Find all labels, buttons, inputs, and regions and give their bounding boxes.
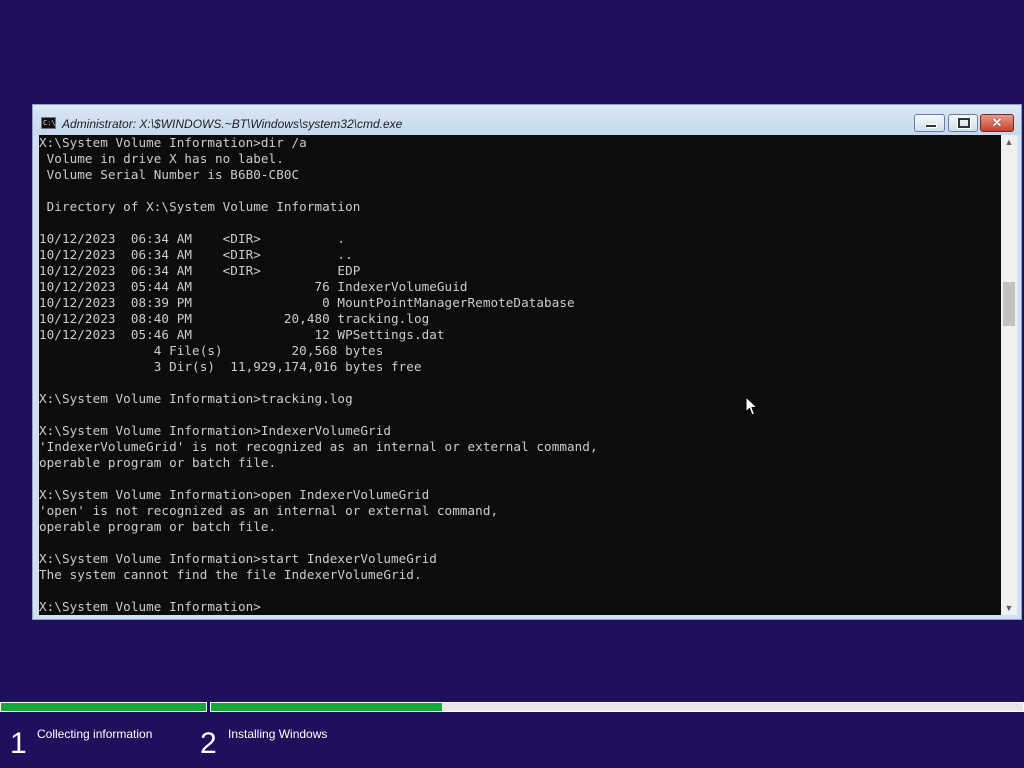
scroll-thumb[interactable] bbox=[1003, 282, 1015, 326]
console-line: Volume in drive X has no label. bbox=[39, 151, 284, 166]
console-line: 10/12/2023 08:40 PM 20,480 tracking.log bbox=[39, 311, 430, 326]
step-label: Installing Windows bbox=[228, 727, 328, 741]
console-line: The system cannot find the file IndexerV… bbox=[39, 567, 422, 582]
cmd-app-icon[interactable]: C:\ bbox=[41, 117, 56, 129]
console-line: 'open' is not recognized as an internal … bbox=[39, 503, 499, 518]
scroll-up-arrow-icon[interactable]: ▲ bbox=[1001, 135, 1017, 149]
maximize-icon bbox=[958, 118, 970, 128]
console-line: operable program or batch file. bbox=[39, 455, 277, 470]
console-line: X:\System Volume Information>open Indexe… bbox=[39, 487, 430, 502]
console-line: X:\System Volume Information>IndexerVolu… bbox=[39, 423, 391, 438]
console-line: operable program or batch file. bbox=[39, 519, 277, 534]
step-number: 2 bbox=[200, 727, 217, 760]
console-output[interactable]: X:\System Volume Information>dir /a Volu… bbox=[39, 135, 1001, 615]
console-line: 10/12/2023 05:44 AM 76 IndexerVolumeGuid bbox=[39, 279, 468, 294]
console-line: X:\System Volume Information> bbox=[39, 599, 261, 614]
console-line: X:\System Volume Information>tracking.lo… bbox=[39, 391, 353, 406]
step-label: Collecting information bbox=[37, 727, 153, 741]
console-line: 10/12/2023 06:34 AM <DIR> . bbox=[39, 231, 346, 246]
close-icon: ✕ bbox=[991, 115, 1003, 130]
console-lines: X:\System Volume Information>dir /a Volu… bbox=[39, 135, 1001, 615]
console-line: Volume Serial Number is B6B0-CB0C bbox=[39, 167, 300, 182]
console-line: X:\System Volume Information>start Index… bbox=[39, 551, 437, 566]
mouse-pointer-icon bbox=[745, 396, 758, 416]
title-bar[interactable]: C:\ Administrator: X:\$WINDOWS.~BT\Windo… bbox=[33, 105, 1021, 135]
console-line: 10/12/2023 06:34 AM <DIR> EDP bbox=[39, 263, 361, 278]
console-line: 4 File(s) 20,568 bytes bbox=[39, 343, 384, 358]
console-line: 10/12/2023 08:39 PM 0 MountPointManagerR… bbox=[39, 295, 575, 310]
scroll-down-arrow-icon[interactable]: ▼ bbox=[1001, 601, 1017, 615]
console-line: 10/12/2023 05:46 AM 12 WPSettings.dat bbox=[39, 327, 445, 342]
progress-fill-installing bbox=[211, 703, 442, 711]
step-number: 1 bbox=[10, 727, 27, 760]
console-line: X:\System Volume Information>dir /a bbox=[39, 135, 307, 150]
console-line: 'IndexerVolumeGrid' is not recognized as… bbox=[39, 439, 598, 454]
minimize-icon bbox=[925, 124, 937, 128]
window-title: Administrator: X:\$WINDOWS.~BT\Windows\s… bbox=[62, 117, 403, 131]
maximize-button[interactable] bbox=[948, 114, 978, 132]
minimize-button[interactable] bbox=[914, 114, 945, 132]
cmd-window[interactable]: C:\ Administrator: X:\$WINDOWS.~BT\Windo… bbox=[32, 104, 1022, 620]
progress-bar-installing bbox=[210, 702, 1024, 712]
console-line: 3 Dir(s) 11,929,174,016 bytes free bbox=[39, 359, 422, 374]
progress-bar-collecting bbox=[0, 702, 207, 712]
progress-fill-collecting bbox=[1, 703, 206, 711]
console-line: 10/12/2023 06:34 AM <DIR> .. bbox=[39, 247, 353, 262]
vertical-scrollbar[interactable]: ▲ ▼ bbox=[1001, 135, 1017, 615]
console-line: Directory of X:\System Volume Informatio… bbox=[39, 199, 361, 214]
close-button[interactable]: ✕ bbox=[980, 114, 1014, 132]
